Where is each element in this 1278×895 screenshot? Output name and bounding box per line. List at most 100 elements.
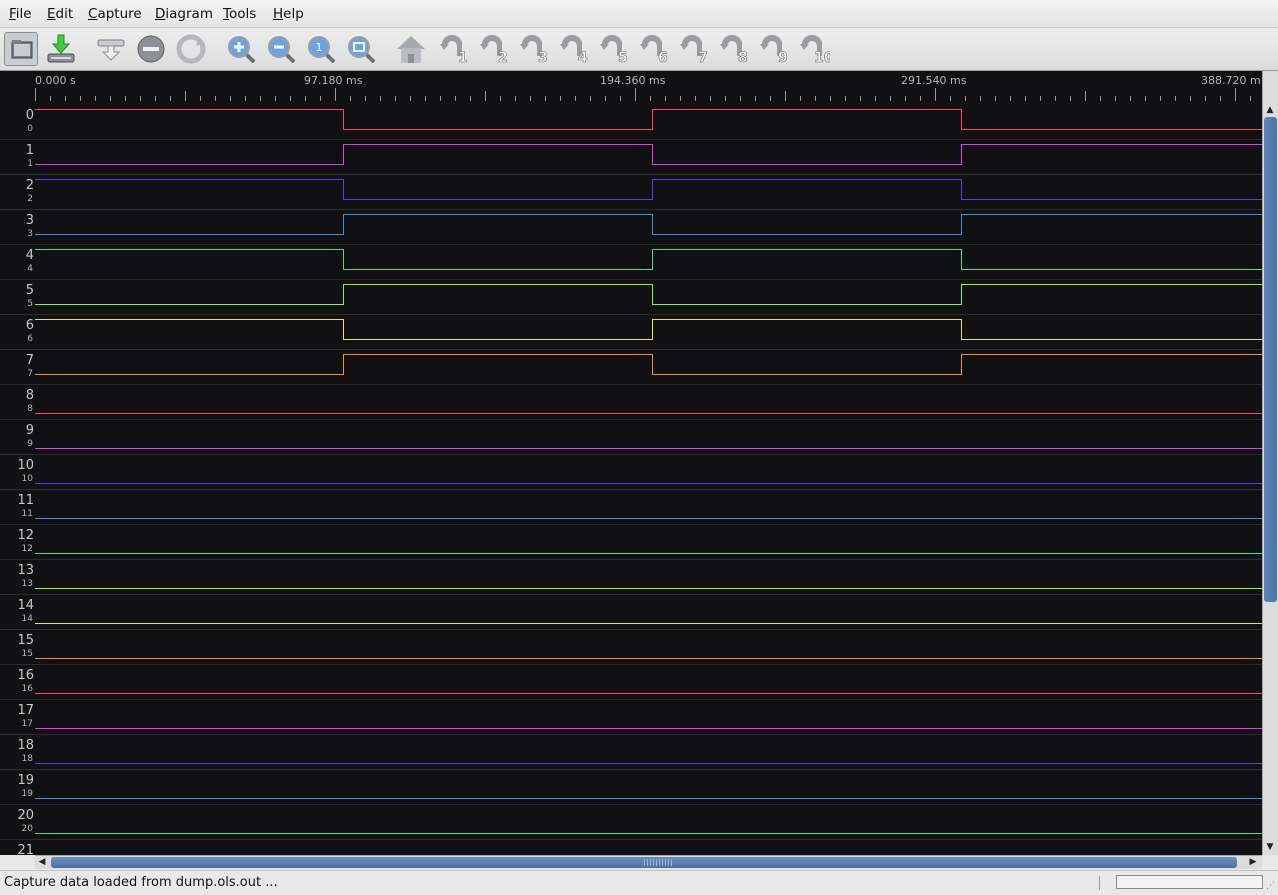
channel-row[interactable]: 17 17 <box>0 700 1262 735</box>
horizontal-scroll-thumb[interactable] <box>51 857 1237 868</box>
scroll-right-icon[interactable]: ▶ <box>1246 856 1260 868</box>
waveform-trace <box>35 249 1262 270</box>
channel-row[interactable]: 99 <box>0 420 1262 455</box>
channel-row[interactable]: 2121 <box>0 840 1262 855</box>
channel-waveform <box>35 249 1262 270</box>
cursor-number: 9 <box>778 50 788 66</box>
channel-row[interactable]: 20 20 <box>0 805 1262 840</box>
channel-row[interactable]: 11 11 <box>0 490 1262 525</box>
cursor-7-button[interactable]: 7 <box>676 32 710 66</box>
vertical-scrollbar[interactable]: ▲ ▼ <box>1262 71 1278 855</box>
zoom-original-icon: 1 <box>308 36 336 64</box>
cursor-3-button[interactable]: 3 <box>516 32 550 66</box>
channel-waveform <box>35 319 1262 340</box>
zoom-out-icon <box>268 36 296 64</box>
zoom-original-button[interactable]: 1 <box>304 32 338 66</box>
channel-row[interactable]: 10 10 <box>0 455 1262 490</box>
save-button[interactable] <box>44 32 78 66</box>
zoom-all-button[interactable] <box>344 32 378 66</box>
menu-diagram[interactable]: Diagram <box>155 6 213 22</box>
cursor-6-button[interactable]: 6 <box>636 32 670 66</box>
status-bar: Capture data loaded from dump.ols.out ..… <box>0 870 1278 895</box>
waveform-trace <box>35 179 1262 200</box>
cursor-5-button[interactable]: 5 <box>596 32 630 66</box>
timeline-ruler[interactable]: 0.000 s 97.180 ms 194.360 ms 291.540 ms … <box>0 71 1262 105</box>
resize-grip-icon[interactable]: ⋰ <box>1266 881 1276 893</box>
signal-diagram[interactable]: 0 0 1 1 2 2 3 3 4 4 5 5 6 6 7 7 8 8 9 9 10 10 11 11 12 12 13 13 14 14… <box>0 105 1262 855</box>
channel-waveform <box>35 483 1262 484</box>
zoom-in-icon <box>228 36 256 64</box>
channel-waveform <box>35 798 1262 799</box>
channel-waveform <box>35 214 1262 235</box>
channel-waveform <box>0 840 1262 855</box>
save-icon <box>47 34 75 63</box>
cursor-icon: 5 <box>600 35 628 66</box>
cursor-9-button[interactable]: 9 <box>756 32 790 66</box>
channel-waveform <box>35 144 1262 165</box>
channel-row[interactable]: 33 <box>0 210 1262 245</box>
scroll-down-icon[interactable]: ▼ <box>1263 841 1277 853</box>
channel-row[interactable]: 88 <box>0 385 1262 420</box>
channel-row[interactable]: 15 15 <box>0 630 1262 665</box>
menu-tools[interactable]: Tools <box>223 6 256 22</box>
cursor-icon: 10 <box>800 35 830 66</box>
repeat-capture-button[interactable] <box>174 32 208 66</box>
channel-row[interactable]: 18 18 <box>0 735 1262 770</box>
channel-row[interactable]: 13 13 <box>0 560 1262 595</box>
waveform-trace <box>35 319 1262 340</box>
channel-row[interactable]: 19 19 <box>0 770 1262 805</box>
ruler-label: 0.000 s <box>35 74 76 87</box>
channel-waveform <box>35 693 1262 694</box>
go-to-trigger-icon <box>397 36 425 63</box>
scroll-up-icon[interactable]: ▲ <box>1263 104 1277 116</box>
cursor-2-button[interactable]: 2 <box>476 32 510 66</box>
cursor-number: 3 <box>538 50 548 66</box>
channel-row[interactable]: 55 <box>0 280 1262 315</box>
zoom-out-button[interactable] <box>264 32 298 66</box>
scroll-left-icon[interactable]: ◀ <box>35 856 49 868</box>
channel-row[interactable]: 44 <box>0 245 1262 280</box>
open-button[interactable] <box>4 32 38 66</box>
channel-row[interactable]: 77 <box>0 350 1262 385</box>
waveform-trace <box>35 284 1262 305</box>
channel-row[interactable]: 12 12 <box>0 525 1262 560</box>
cursor-icon: 7 <box>680 35 708 66</box>
zoom-in-button[interactable] <box>224 32 258 66</box>
capture-button[interactable] <box>94 32 128 66</box>
cancel-capture-button[interactable] <box>134 32 168 66</box>
menu-edit[interactable]: Edit <box>47 6 73 22</box>
open-icon <box>11 40 33 59</box>
menu-capture[interactable]: Capture <box>88 6 142 22</box>
channel-row[interactable]: 00 <box>0 105 1262 140</box>
channel-row[interactable]: 14 14 <box>0 595 1262 630</box>
waveform-trace <box>35 144 1262 165</box>
horizontal-scrollbar[interactable]: ◀ ▶ <box>35 855 1262 869</box>
menu-file[interactable]: File <box>9 6 32 22</box>
channel-row[interactable]: 16 16 <box>0 665 1262 700</box>
channel-row[interactable]: 22 <box>0 175 1262 210</box>
cursor-10-button[interactable]: 10 <box>796 32 830 66</box>
cursor-4-button[interactable]: 4 <box>556 32 590 66</box>
cursor-number: 7 <box>698 50 708 66</box>
cancel-capture-icon <box>137 35 165 63</box>
channel-waveform <box>35 588 1262 589</box>
go-to-trigger-button[interactable] <box>394 32 428 66</box>
channel-row[interactable]: 66 <box>0 315 1262 350</box>
channel-waveform <box>35 284 1262 305</box>
menu-help[interactable]: Help <box>273 6 304 22</box>
progress-bar <box>1116 875 1263 889</box>
channel-row[interactable]: 11 <box>0 140 1262 175</box>
channel-waveform <box>35 448 1262 449</box>
cursor-number: 4 <box>578 50 588 66</box>
cursor-icon: 4 <box>560 35 588 66</box>
cursor-1-button[interactable]: 1 <box>436 32 470 66</box>
menu-bar: File Edit Capture Diagram Tools Help <box>0 0 1278 28</box>
channel-waveform <box>35 518 1262 519</box>
channel-waveform <box>35 553 1262 554</box>
cursor-number: 6 <box>658 50 668 66</box>
cursor-8-button[interactable]: 8 <box>716 32 750 66</box>
cursor-number: 1 <box>458 50 468 66</box>
cursor-icon: 6 <box>640 35 668 66</box>
channel-waveform <box>35 109 1262 130</box>
vertical-scroll-thumb[interactable] <box>1264 117 1277 602</box>
